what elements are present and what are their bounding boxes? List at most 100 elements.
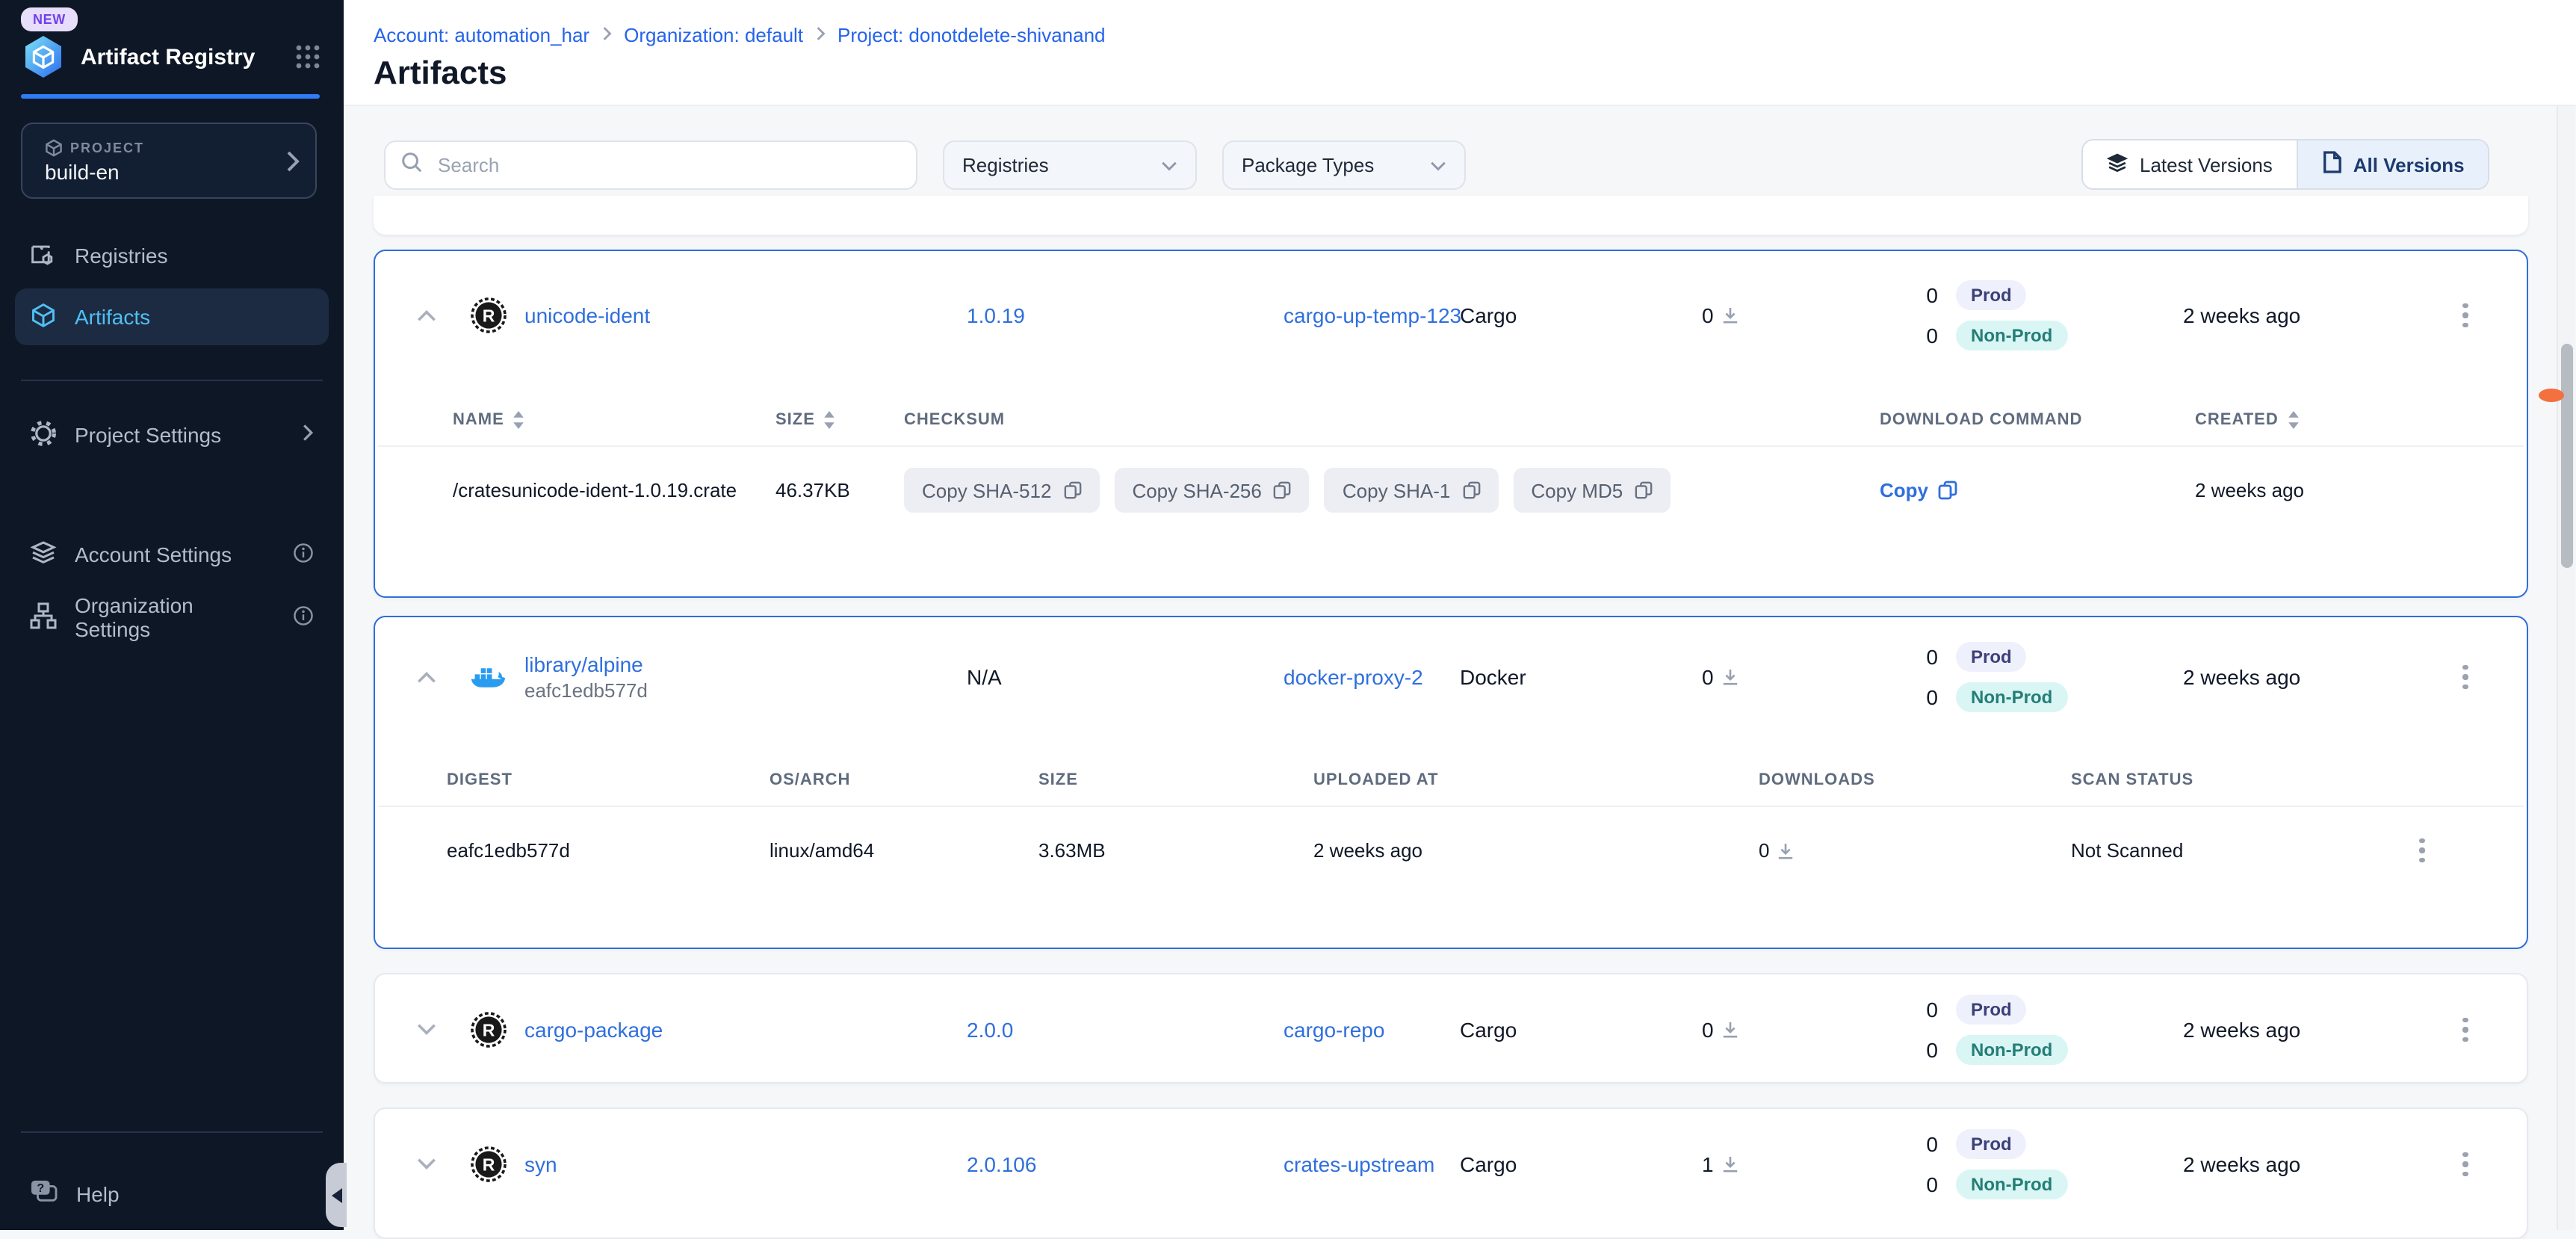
artifact-name-link[interactable]: syn bbox=[524, 1152, 557, 1176]
environment-badges: 0 Prod 0 Non-Prod bbox=[1914, 642, 2067, 712]
file-size: 46.37KB bbox=[775, 479, 850, 501]
artifact-card-unicode-ident: R unicode-ident 1.0.19 cargo-up-temp-123… bbox=[374, 250, 2528, 598]
downloads-count: 1 bbox=[1702, 1152, 1739, 1176]
copy-sha512-button[interactable]: Copy SHA-512 bbox=[904, 468, 1099, 513]
scrollbar-thumb[interactable] bbox=[2561, 344, 2573, 568]
page-title: Artifacts bbox=[374, 54, 507, 93]
row-actions-kebab-icon[interactable] bbox=[2449, 1010, 2482, 1049]
column-header-scan-status: SCAN STATUS bbox=[2071, 771, 2193, 789]
info-icon[interactable] bbox=[293, 542, 314, 567]
latest-versions-button[interactable]: Latest Versions bbox=[2083, 140, 2297, 188]
artifact-name-link[interactable]: unicode-ident bbox=[524, 303, 650, 327]
docker-whale-icon bbox=[471, 659, 507, 695]
app-title: Artifact Registry bbox=[81, 44, 293, 69]
docker-table-header: DIGEST OS/ARCH SIZE UPLOADED AT DOWNLOAD… bbox=[375, 768, 2527, 792]
svg-text:?: ? bbox=[37, 1181, 44, 1195]
copy-sha256-button[interactable]: Copy SHA-256 bbox=[1114, 468, 1309, 513]
artifact-version: N/A bbox=[967, 665, 1002, 689]
breadcrumb-project-link[interactable]: Project: donotdelete-shivanand bbox=[837, 24, 1105, 46]
artifact-summary-row[interactable]: R unicode-ident 1.0.19 cargo-up-temp-123… bbox=[375, 251, 2527, 380]
chevron-right-icon bbox=[302, 423, 314, 447]
copy-md5-button[interactable]: Copy MD5 bbox=[1513, 468, 1671, 513]
collapse-chevron-up-icon[interactable] bbox=[411, 662, 441, 692]
sidebar-item-account-settings[interactable]: Account Settings bbox=[15, 526, 329, 583]
artifact-card-library-alpine: library/alpine eafc1edb577d N/A docker-p… bbox=[374, 616, 2528, 949]
copy-download-command-link[interactable]: Copy bbox=[1880, 479, 1957, 501]
copy-sha1-button[interactable]: Copy SHA-1 bbox=[1325, 468, 1499, 513]
artifact-summary-row[interactable]: R cargo-package 2.0.0 cargo-repo Cargo 0… bbox=[375, 974, 2527, 1085]
row-actions-kebab-icon[interactable] bbox=[2449, 1145, 2482, 1184]
column-header-uploaded-at: UPLOADED AT bbox=[1313, 771, 1438, 789]
sidebar-item-help[interactable]: ? Help bbox=[15, 1166, 329, 1223]
artifact-version-link[interactable]: 1.0.19 bbox=[967, 303, 1025, 327]
apps-grid-icon[interactable] bbox=[293, 42, 323, 72]
chevron-down-icon bbox=[1161, 154, 1177, 176]
column-header-checksum: CHECKSUM bbox=[904, 411, 1005, 429]
brand-row: Artifact Registry bbox=[21, 33, 323, 81]
cargo-rust-icon: R bbox=[471, 1012, 507, 1048]
expand-chevron-down-icon[interactable] bbox=[411, 1015, 441, 1045]
all-versions-button[interactable]: All Versions bbox=[2297, 140, 2489, 188]
artifact-name-link[interactable]: library/alpine bbox=[524, 652, 648, 676]
gear-icon bbox=[30, 419, 57, 451]
info-icon[interactable] bbox=[293, 605, 314, 630]
copy-icon bbox=[1635, 481, 1653, 499]
uploaded-at: 2 weeks ago bbox=[1313, 839, 1422, 862]
downloads-count: 0 bbox=[1702, 303, 1739, 327]
artifact-version-link[interactable]: 2.0.106 bbox=[967, 1152, 1036, 1176]
sidebar-collapse-handle[interactable] bbox=[326, 1163, 347, 1227]
nonprod-badge: Non-Prod bbox=[1956, 1035, 2067, 1065]
package-types-filter-dropdown[interactable]: Package Types bbox=[1222, 140, 1466, 190]
row-actions-kebab-icon[interactable] bbox=[2406, 831, 2439, 870]
prod-badge: Prod bbox=[1956, 1129, 2027, 1159]
project-selector[interactable]: PROJECT build-en bbox=[21, 123, 317, 199]
collapse-chevron-up-icon[interactable] bbox=[411, 300, 441, 330]
scrolled-card-edge bbox=[374, 196, 2528, 235]
expand-chevron-down-icon[interactable] bbox=[411, 1149, 441, 1179]
artifacts-cube-icon bbox=[30, 301, 57, 333]
prod-badge: Prod bbox=[1956, 995, 2027, 1025]
sidebar-item-organization-settings[interactable]: Organization Settings bbox=[15, 589, 329, 646]
downloads-count: 0 bbox=[1702, 1018, 1739, 1042]
cargo-rust-icon: R bbox=[471, 297, 507, 333]
project-name: build-en bbox=[45, 160, 120, 184]
row-actions-kebab-icon[interactable] bbox=[2449, 296, 2482, 335]
artifact-repository-link[interactable]: cargo-repo bbox=[1284, 1018, 1384, 1042]
sidebar-item-artifacts[interactable]: Artifacts bbox=[15, 288, 329, 345]
package-type: Cargo bbox=[1460, 1152, 1517, 1176]
project-label: PROJECT bbox=[45, 139, 144, 157]
artifact-summary-row[interactable]: library/alpine eafc1edb577d N/A docker-p… bbox=[375, 617, 2527, 737]
sidebar-item-registries[interactable]: Registries bbox=[15, 227, 329, 284]
artifact-repository-link[interactable]: crates-upstream bbox=[1284, 1152, 1434, 1176]
column-header-name[interactable]: NAME bbox=[453, 411, 525, 429]
copy-icon bbox=[1937, 481, 1957, 500]
sidebar-item-project-settings[interactable]: Project Settings bbox=[15, 407, 329, 463]
file-row: /cratesunicode-ident-1.0.19.crate 46.37K… bbox=[375, 447, 2527, 534]
help-chat-icon: ? bbox=[30, 1179, 58, 1209]
created-time: 2 weeks ago bbox=[2183, 1018, 2300, 1042]
page-header: Account: automation_har Organization: de… bbox=[344, 0, 2576, 106]
column-header-size[interactable]: SIZE bbox=[775, 411, 836, 429]
artifact-version-link[interactable]: 2.0.0 bbox=[967, 1018, 1013, 1042]
artifact-repository-link[interactable]: cargo-up-temp-123 bbox=[1284, 303, 1461, 327]
scrollbar-track[interactable] bbox=[2557, 106, 2575, 1230]
sidebar-divider bbox=[21, 1131, 323, 1133]
package-type: Cargo bbox=[1460, 1018, 1517, 1042]
column-header-downloads: DOWNLOADS bbox=[1759, 771, 1875, 789]
main-content: Account: automation_har Organization: de… bbox=[344, 0, 2576, 1230]
artifact-repository-link[interactable]: docker-proxy-2 bbox=[1284, 665, 1423, 689]
search-input[interactable] bbox=[435, 152, 901, 178]
sort-icon bbox=[2288, 411, 2300, 429]
environment-badges: 0 Prod 0 Non-Prod bbox=[1914, 1129, 2067, 1199]
row-actions-kebab-icon[interactable] bbox=[2449, 658, 2482, 696]
artifact-summary-row[interactable]: R syn 2.0.106 crates-upstream Cargo 1 0 bbox=[375, 1109, 2527, 1220]
registries-filter-dropdown[interactable]: Registries bbox=[943, 140, 1197, 190]
artifact-name-block: library/alpine eafc1edb577d bbox=[524, 652, 648, 702]
breadcrumb-organization-link[interactable]: Organization: default bbox=[624, 24, 803, 46]
digest-link[interactable]: eafc1edb577d bbox=[447, 839, 570, 862]
artifact-name-link[interactable]: cargo-package bbox=[524, 1018, 663, 1042]
toolbar: Registries Package Types bbox=[344, 105, 2576, 194]
chevron-right-icon bbox=[285, 149, 300, 181]
breadcrumb-account-link[interactable]: Account: automation_har bbox=[374, 24, 589, 46]
column-header-created[interactable]: CREATED bbox=[2195, 411, 2300, 429]
